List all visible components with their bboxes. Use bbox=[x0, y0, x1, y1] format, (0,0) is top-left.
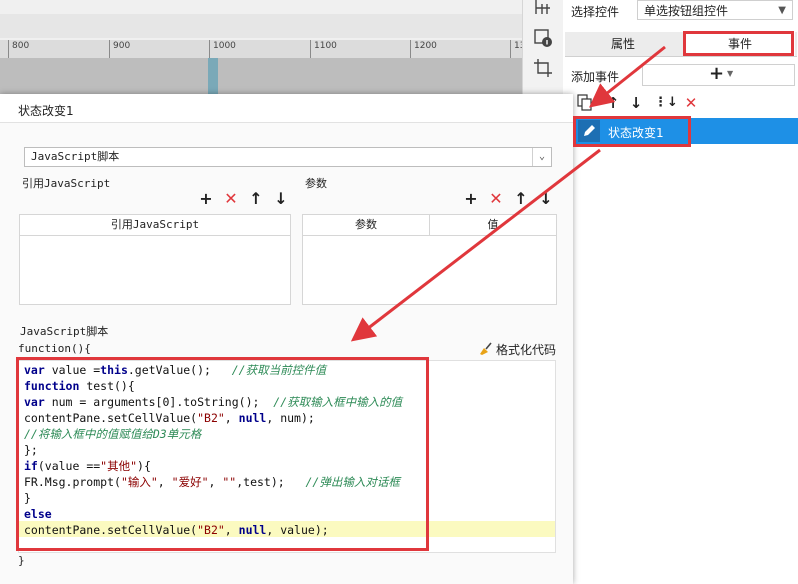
dialog-title-bar bbox=[0, 94, 573, 123]
value-column-header[interactable]: 值 bbox=[430, 215, 556, 236]
chevron-down-icon[interactable]: ⌄ bbox=[532, 148, 551, 166]
function-close: } bbox=[18, 554, 25, 567]
format-code-label: 格式化代码 bbox=[496, 343, 557, 357]
control-select[interactable]: 单选按钮组控件 ▼ bbox=[637, 0, 793, 20]
add-icon[interactable]: + bbox=[461, 189, 481, 209]
delete-icon[interactable]: ✕ bbox=[486, 189, 506, 209]
layout-icon[interactable] bbox=[533, 0, 553, 18]
arrow-down-icon[interactable]: ↓ bbox=[271, 189, 291, 209]
column-marker bbox=[208, 58, 218, 94]
highlight-events-tab bbox=[683, 31, 794, 56]
script-type-value: JavaScript脚本 bbox=[31, 150, 120, 163]
chevron-down-icon: ▼ bbox=[778, 5, 786, 16]
broom-icon bbox=[480, 342, 492, 355]
delete-icon[interactable]: ✕ bbox=[221, 189, 241, 209]
js-script-label: JavaScript脚本 bbox=[20, 325, 109, 338]
caret-down-icon: ▼ bbox=[727, 69, 734, 78]
ref-js-column-header[interactable]: 引用JavaScript bbox=[20, 215, 290, 236]
ruler-mark: 900 bbox=[109, 40, 130, 58]
ref-js-table[interactable]: 引用JavaScript bbox=[19, 214, 291, 305]
ruler-mark: 1000 bbox=[209, 40, 236, 58]
ruler-mark: 1200 bbox=[410, 40, 437, 58]
add-event-label: 添加事件 bbox=[571, 70, 620, 84]
highlight-event-item bbox=[573, 116, 691, 147]
property-panel bbox=[563, 0, 798, 584]
arrow-up-icon[interactable]: ↑ bbox=[511, 189, 531, 209]
move-down-icon[interactable]: ⋮↓ bbox=[654, 92, 678, 114]
horizontal-ruler: 800 900 1000 1100 1200 130 bbox=[0, 40, 531, 59]
format-code-button[interactable]: 格式化代码 bbox=[478, 341, 556, 358]
arrow-up-icon[interactable]: ↑ bbox=[603, 92, 623, 114]
add-icon[interactable]: + bbox=[196, 189, 216, 209]
info-icon[interactable] bbox=[533, 28, 553, 48]
function-open: function(){ bbox=[18, 342, 91, 355]
crop-icon[interactable] bbox=[533, 58, 553, 78]
designer-toolbar-strip bbox=[0, 14, 522, 38]
params-label: 参数 bbox=[305, 177, 327, 190]
dialog-title: 状态改变1 bbox=[18, 104, 74, 118]
ref-js-label: 引用JavaScript bbox=[22, 177, 111, 190]
arrow-down-icon[interactable]: ↓ bbox=[536, 189, 556, 209]
select-control-label: 选择控件 bbox=[571, 5, 620, 19]
control-select-value: 单选按钮组控件 bbox=[644, 4, 729, 18]
highlight-code-block bbox=[16, 357, 429, 551]
arrow-up-icon[interactable]: ↑ bbox=[246, 189, 266, 209]
tab-attributes[interactable]: 属性 bbox=[565, 32, 681, 56]
copy-icon[interactable] bbox=[577, 94, 593, 112]
ruler-mark: 800 bbox=[8, 40, 29, 58]
script-type-select[interactable]: JavaScript脚本 ⌄ bbox=[24, 147, 552, 167]
plus-icon: + bbox=[709, 63, 725, 84]
delete-icon[interactable]: ✕ bbox=[681, 92, 701, 114]
add-event-button[interactable]: + ▼ bbox=[642, 63, 795, 86]
design-canvas[interactable] bbox=[0, 58, 522, 94]
event-toolbar: ↑ ↓ ⋮↓ ✕ bbox=[573, 92, 795, 116]
params-table[interactable]: 参数 值 bbox=[302, 214, 557, 305]
ruler-mark: 1100 bbox=[310, 40, 337, 58]
arrow-down-icon[interactable]: ↓ bbox=[626, 92, 646, 114]
param-column-header[interactable]: 参数 bbox=[303, 215, 430, 236]
